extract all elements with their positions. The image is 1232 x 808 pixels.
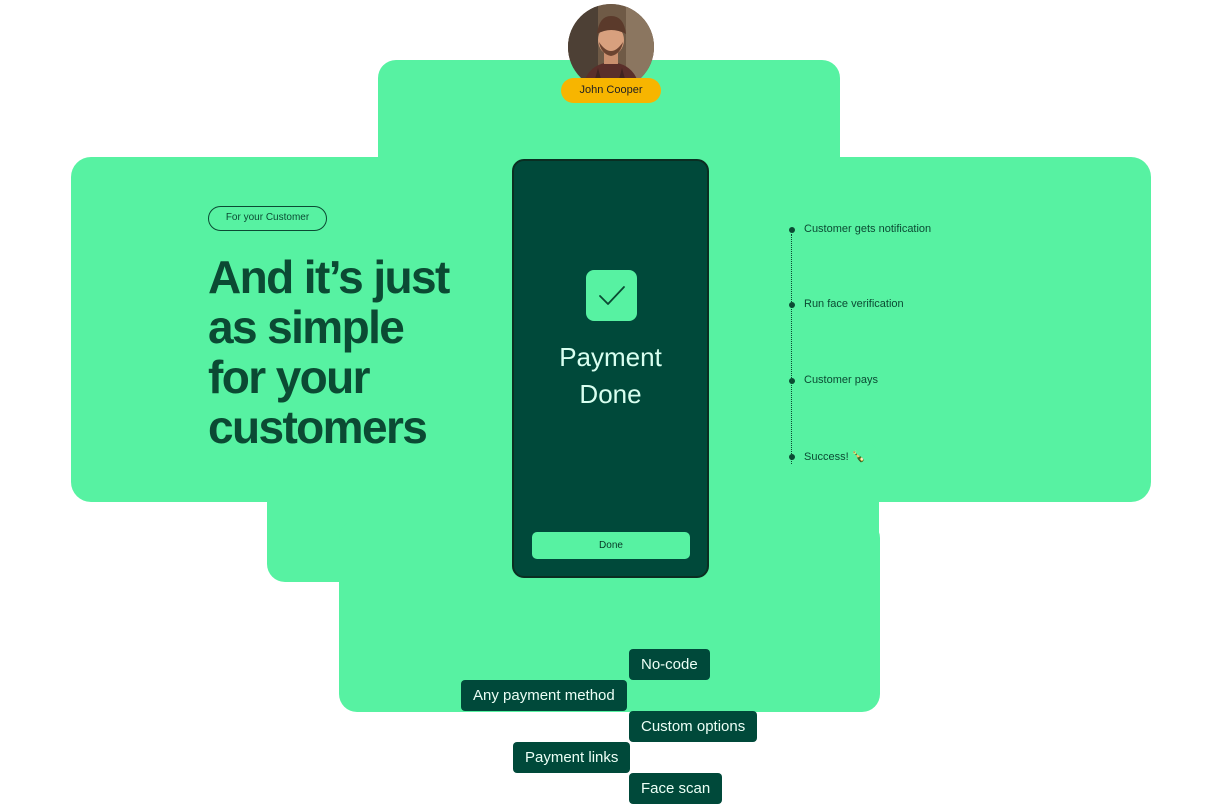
done-button[interactable]: Done (532, 532, 690, 559)
timeline-step-label: Run face verification (804, 298, 904, 310)
corner-cutout (880, 502, 1180, 742)
customer-name-pill: John Cooper (561, 78, 661, 103)
section-badge: For your Customer (208, 206, 327, 231)
feature-tag-any-payment-method: Any payment method (461, 680, 627, 711)
headline-line: And it’s just (208, 251, 450, 303)
payment-status-line: Payment (559, 342, 662, 372)
timeline-connector (791, 234, 792, 464)
corner-cutout (267, 582, 339, 722)
payment-status-line: Done (579, 379, 642, 409)
corner-cutout (71, 60, 378, 157)
bullet-icon (789, 454, 795, 460)
phone-mockup: Payment Done Done (512, 159, 709, 578)
check-icon (598, 285, 625, 305)
headline: And it’s just as simple for your custome… (208, 252, 508, 452)
feature-tag-face-scan: Face scan (629, 773, 723, 804)
headline-line: for your (208, 351, 371, 403)
feature-tag-payment-links: Payment links (513, 742, 631, 773)
timeline-step: Customer pays (787, 373, 1007, 389)
timeline-step: Run face verification (787, 297, 1007, 313)
feature-tag-no-code: No-code (629, 649, 710, 680)
feature-tag-custom-options: Custom options (629, 711, 758, 742)
corner-cutout (840, 60, 1151, 157)
corner-cutout (71, 502, 267, 622)
timeline-step: Customer gets notification (787, 222, 1007, 238)
timeline-step: Success! 🍾 (787, 449, 1007, 465)
bullet-icon (789, 227, 795, 233)
payment-status-title: Payment Done (514, 339, 707, 413)
timeline-step-label: Customer pays (804, 374, 878, 386)
bullet-icon (789, 378, 795, 384)
timeline-step-label: Customer gets notification (804, 223, 932, 235)
headline-line: as simple (208, 301, 405, 353)
headline-line-emphasis: customers (208, 401, 428, 453)
timeline-step-label: Success! 🍾 (804, 451, 866, 463)
success-tile (586, 270, 637, 321)
bullet-icon (789, 302, 795, 308)
